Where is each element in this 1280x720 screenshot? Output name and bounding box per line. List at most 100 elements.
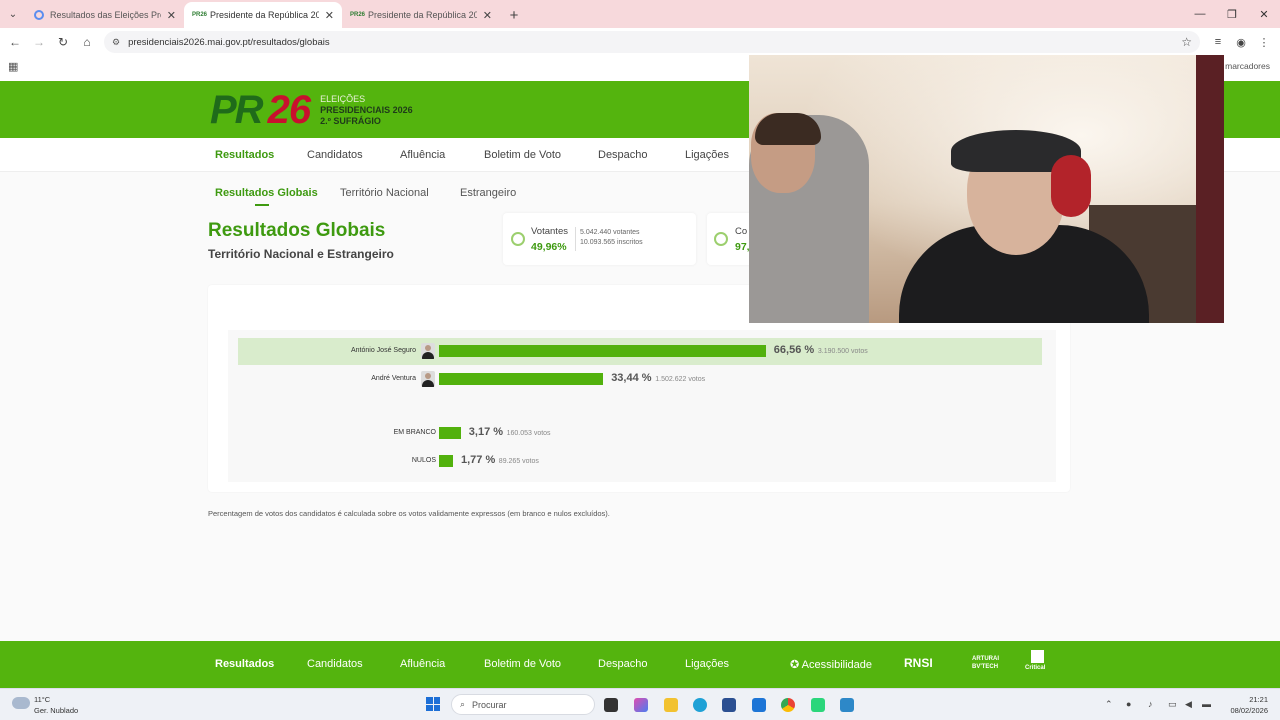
tray-chevron-icon[interactable]: ⌃ (1105, 699, 1113, 710)
chart-votes-label: 160.053 votos (506, 430, 551, 437)
critical-logo-mark (1031, 650, 1044, 663)
tray-app-icon[interactable]: ● (1126, 699, 1131, 709)
close-tab-icon[interactable]: ✕ (325, 9, 334, 22)
progress-ring-icon (511, 232, 525, 246)
nav-afluencia[interactable]: Afluência (400, 149, 445, 161)
chart-data-label: 33,44 % (611, 372, 652, 384)
site-info-icon[interactable]: ⚙ (112, 37, 120, 48)
new-tab-button[interactable]: + (500, 2, 528, 28)
page-title: Resultados Globais (208, 220, 386, 241)
browser-tab-1[interactable]: Resultados das Eleições Presid... ✕ (26, 2, 184, 28)
microphone-icon[interactable]: ♪ (1148, 699, 1153, 709)
close-window-icon[interactable]: ✕ (1248, 0, 1280, 28)
taskbar-clock[interactable]: 21:21 08/02/2026 (1230, 694, 1268, 716)
site-logo[interactable]: PR 26 ELEIÇÕES PRESIDENCIAIS 2026 2.º SU… (210, 88, 413, 133)
apps-grid-icon[interactable]: ▦ (8, 60, 18, 73)
windows-taskbar: 11°C Ger. Nublado ⌕ Procurar ⌃ ● ♪ ▭ ◀ ▬… (0, 688, 1280, 720)
nav-ligacoes[interactable]: Ligações (685, 149, 729, 161)
close-tab-icon[interactable]: ✕ (167, 9, 176, 22)
browser-tab-2[interactable]: PR26 Presidente da República 2026 - ✕ (184, 2, 342, 28)
bookmark-star-icon[interactable]: ☆ (1181, 35, 1192, 49)
profile-icon[interactable]: ◉ (1231, 28, 1251, 56)
site-footer: Resultados Candidatos Afluência Boletim … (0, 641, 1280, 688)
browser-tab-bar: ⌄ Resultados das Eleições Presid... ✕ PR… (0, 0, 1280, 28)
clock-date: 08/02/2026 (1230, 706, 1268, 715)
minimize-icon[interactable]: — (1184, 0, 1216, 28)
footer-nav-resultados[interactable]: Resultados (215, 658, 274, 670)
windows-start-icon[interactable] (426, 697, 440, 711)
store-icon[interactable] (722, 698, 736, 712)
webcam-headphones (1051, 155, 1091, 217)
omnibox[interactable]: ⚙ presidenciais2026.mai.gov.pt/resultado… (104, 31, 1200, 53)
nav-resultados[interactable]: Resultados (215, 149, 274, 161)
all-bookmarks-label[interactable]: s marcadores (1219, 61, 1271, 71)
votantes-count: 5.042.440 votantes (580, 229, 640, 236)
close-tab-icon[interactable]: ✕ (483, 9, 492, 22)
bvtech-text: BV'TECH (972, 664, 999, 670)
copilot-icon[interactable] (634, 698, 648, 712)
forward-icon[interactable]: → (27, 28, 51, 56)
footer-nav-afluencia[interactable]: Afluência (400, 658, 445, 670)
tab-search-chevron-icon[interactable]: ⌄ (0, 0, 26, 28)
footer-nav-boletim[interactable]: Boletim de Voto (484, 658, 561, 670)
nav-despacho[interactable]: Despacho (598, 149, 648, 161)
app-icon-2[interactable] (840, 698, 854, 712)
chart-category-label: NULOS (411, 457, 436, 464)
chart-category-label: António José Seguro (351, 347, 416, 354)
restore-icon[interactable]: ❐ (1216, 0, 1248, 28)
file-explorer-icon[interactable] (664, 698, 678, 712)
accessibility-icon: ✪ (790, 659, 802, 671)
weather-widget[interactable]: 11°C Ger. Nublado (34, 694, 78, 716)
critical-logo: Critical (1025, 665, 1046, 671)
app-icon[interactable] (811, 698, 825, 712)
back-icon[interactable]: ← (3, 28, 27, 56)
battery-icon[interactable]: ▬ (1202, 699, 1211, 709)
weather-desc: Ger. Nublado (34, 706, 79, 715)
home-icon[interactable]: ⌂ (75, 28, 99, 56)
chart-category-label: EM BRANCO (393, 429, 436, 436)
divider (575, 227, 576, 251)
candidate-avatar (421, 371, 435, 387)
webcam-overlay (749, 55, 1224, 323)
card2-label: Co (735, 226, 748, 237)
task-view-icon[interactable] (604, 698, 618, 712)
progress-ring-icon (714, 232, 728, 246)
arturai-text: ARTURAI (972, 656, 999, 662)
logo-line-1: ELEIÇÕES (320, 94, 366, 104)
media-icon[interactable]: ≡ (1208, 28, 1228, 56)
subnav-territorio[interactable]: Território Nacional (340, 187, 429, 199)
subnav-globais[interactable]: Resultados Globais (215, 187, 318, 199)
subnav-estrangeiro[interactable]: Estrangeiro (460, 187, 516, 199)
url-text: presidenciais2026.mai.gov.pt/resultados/… (128, 36, 330, 48)
accessibility-link[interactable]: ✪ Acessibilidade (790, 658, 872, 671)
candidate-avatar (421, 343, 435, 359)
outlook-icon[interactable] (752, 698, 766, 712)
nav-boletim[interactable]: Boletim de Voto (484, 149, 561, 161)
logo-line-2: PRESIDENCIAIS 2026 (320, 105, 413, 115)
chart-bar (439, 373, 604, 385)
page-subtitle: Território Nacional e Estrangeiro (208, 247, 394, 261)
footer-nav-candidatos[interactable]: Candidatos (307, 658, 363, 670)
chrome-icon[interactable] (781, 698, 795, 712)
edge-icon[interactable] (693, 698, 707, 712)
menu-icon[interactable]: ⋮ (1254, 28, 1274, 56)
pr-logo-icon: PR26 (192, 12, 208, 18)
logo-line-3: 2.º SUFRÁGIO (320, 116, 381, 126)
nav-candidatos[interactable]: Candidatos (307, 149, 363, 161)
footer-nav-ligacoes[interactable]: Ligações (685, 658, 729, 670)
votantes-card: Votantes 49,96% 5.042.440 votantes 10.09… (503, 213, 696, 265)
network-icon[interactable]: ▭ (1168, 699, 1177, 710)
logo-subtitle: ELEIÇÕES PRESIDENCIAIS 2026 2.º SUFRÁGIO (320, 94, 413, 127)
reload-icon[interactable]: ↻ (51, 28, 75, 56)
footer-nav-despacho[interactable]: Despacho (598, 658, 648, 670)
webcam-headboard (1196, 55, 1224, 323)
globe-icon (34, 10, 44, 20)
chart-votes-label: 3.190.500 votos (817, 348, 868, 355)
taskbar-search[interactable]: ⌕ Procurar (451, 694, 595, 715)
browser-tab-3[interactable]: PR26 Presidente da República 2026 - ✕ (342, 2, 500, 28)
cloud-icon[interactable] (12, 697, 30, 709)
pr-logo-icon: PR26 (350, 12, 366, 18)
logo-number: 26 (267, 88, 311, 132)
tab-title: Resultados das Eleições Presid... (50, 10, 161, 20)
volume-icon[interactable]: ◀ (1185, 699, 1192, 710)
